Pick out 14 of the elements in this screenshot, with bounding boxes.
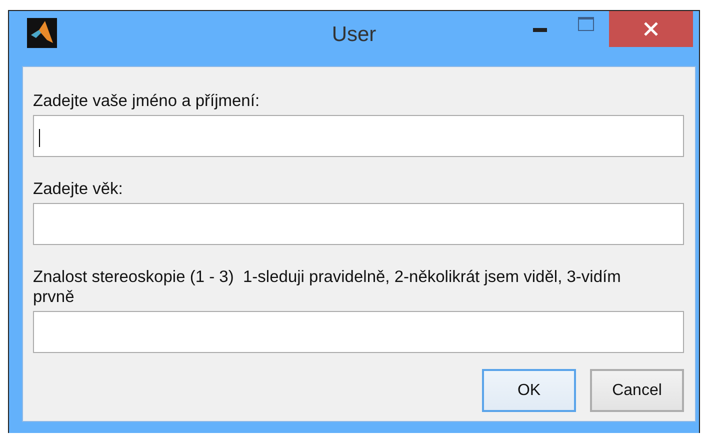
field-label: Zadejte věk: [33,179,124,199]
input-field[interactable] [33,203,684,245]
minimize-icon [533,28,547,32]
input-field[interactable] [33,115,684,157]
input-field[interactable] [33,311,684,353]
maximize-icon [578,17,594,31]
window-title: User [332,23,376,46]
close-icon [644,22,658,36]
app-logo-icon [27,18,57,48]
field-label: Znalost stereoskopie (1 - 3) 1-sleduji pravidelně, 2-několikrát jsem viděl, 3-vidím prvně [33,267,622,307]
close-button[interactable] [609,11,693,47]
cancel-button[interactable]: Cancel [590,369,684,412]
field-label: Zadejte vaše jméno a příjmení: [33,91,261,111]
ok-button[interactable]: OK [482,369,576,412]
